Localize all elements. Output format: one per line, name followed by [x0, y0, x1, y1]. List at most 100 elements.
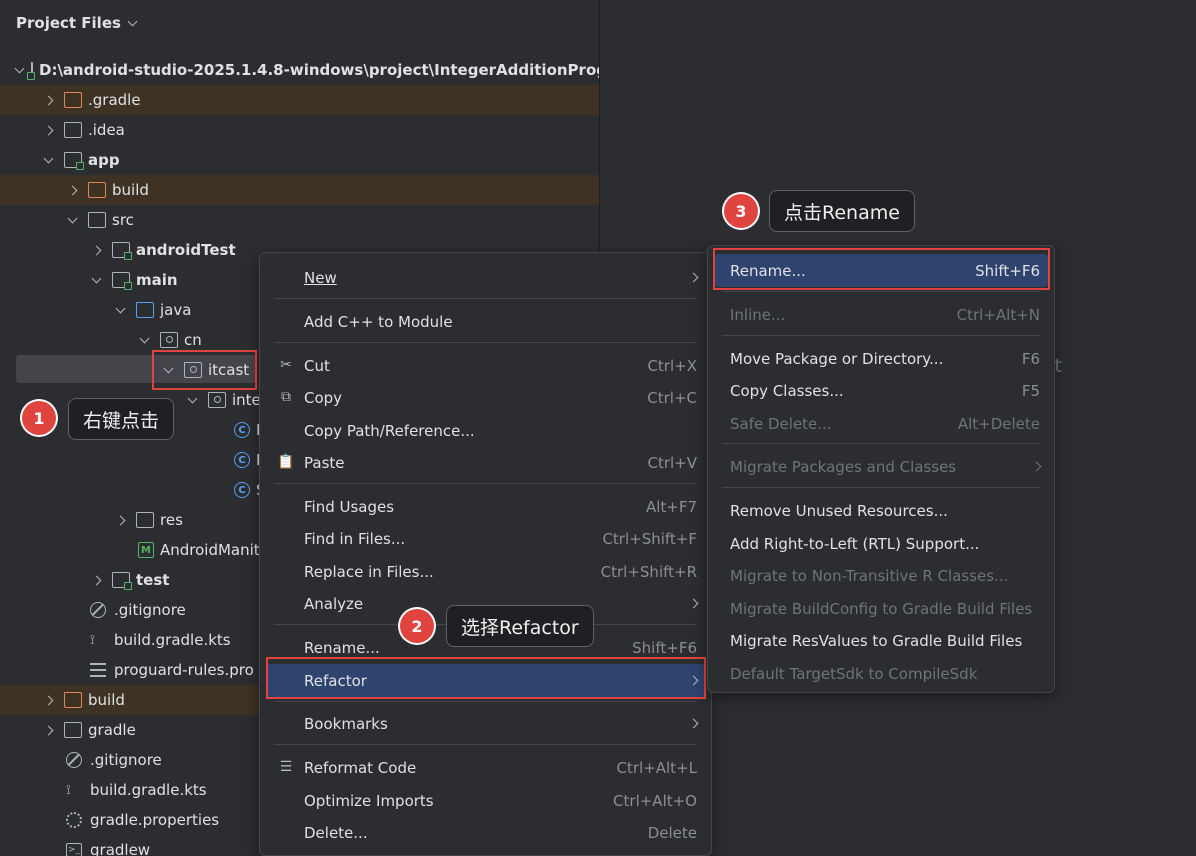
- tree-node-label: cn: [184, 331, 202, 349]
- submenu-item-move-package[interactable]: Move Package or Directory... F6: [714, 342, 1048, 375]
- tree-node-app-build[interactable]: build: [0, 175, 599, 205]
- menu-separator: [722, 291, 1040, 292]
- menu-separator: [722, 487, 1040, 488]
- tree-node-src[interactable]: src: [0, 205, 599, 235]
- panel-title: Project Files: [16, 14, 121, 32]
- step-badge-3: 3: [724, 194, 758, 228]
- chevron-down-icon: [127, 16, 138, 26]
- menu-item-copy[interactable]: ⧉ Copy Ctrl+C: [266, 381, 705, 414]
- tree-node-idea[interactable]: .idea: [0, 115, 599, 145]
- menu-item-label: Find in Files...: [304, 529, 406, 548]
- paste-icon: 📋: [277, 454, 295, 470]
- tree-node-label: .gradle: [88, 91, 141, 109]
- menu-item-label: Reformat Code: [304, 758, 417, 777]
- chevron-right-icon[interactable]: [40, 722, 56, 738]
- chevron-right-icon[interactable]: [112, 512, 128, 528]
- chevron-down-icon[interactable]: [64, 212, 80, 228]
- tree-node-label: gradlew: [90, 841, 151, 856]
- chevron-right-icon[interactable]: [40, 122, 56, 138]
- submenu-item-remove-unused-resources[interactable]: Remove Unused Resources...: [714, 494, 1048, 527]
- menu-item-shortcut: F5: [1021, 381, 1040, 400]
- tree-node-label: test: [136, 571, 170, 589]
- menu-item-cut[interactable]: ✂ Cut Ctrl+X: [266, 349, 705, 382]
- chevron-down-icon[interactable]: [184, 392, 200, 408]
- chevron-down-icon[interactable]: [14, 62, 25, 78]
- menu-item-find-usages[interactable]: Find Usages Alt+F7: [266, 490, 705, 523]
- menu-item-new[interactable]: New: [266, 261, 705, 294]
- chevron-right-icon[interactable]: [40, 92, 56, 108]
- rename-highlight-box: [713, 248, 1050, 290]
- chevron-down-icon[interactable]: [88, 272, 104, 288]
- tree-node-label: gradle.properties: [90, 811, 220, 829]
- step-callout-2: 选择Refactor: [446, 605, 594, 647]
- chevron-down-icon[interactable]: [112, 302, 128, 318]
- submenu-item-copy-classes[interactable]: Copy Classes... F5: [714, 374, 1048, 407]
- menu-item-label: Analyze: [304, 594, 364, 613]
- source-set-folder-icon: [112, 272, 132, 290]
- folder-icon: [64, 722, 82, 738]
- excluded-folder-icon: [64, 92, 82, 108]
- menu-item-copy-path[interactable]: Copy Path/Reference...: [266, 414, 705, 447]
- step-callout-1: 右键点击: [68, 398, 175, 440]
- menu-separator: [722, 443, 1040, 444]
- submenu-item-default-targetsdk: Default TargetSdk to CompileSdk: [714, 657, 1048, 690]
- menu-item-label: New: [304, 268, 337, 287]
- gradle-kotlin-icon: ⟟: [90, 632, 95, 648]
- gradle-kotlin-icon: ⟟: [66, 782, 71, 798]
- tree-node-label: .gitignore: [90, 751, 162, 769]
- tree-node-app[interactable]: app: [0, 145, 599, 175]
- submenu-item-migrate-resvalues[interactable]: Migrate ResValues to Gradle Build Files: [714, 624, 1048, 657]
- menu-separator: [274, 744, 697, 745]
- menu-separator: [274, 342, 697, 343]
- tree-node-label: androidTest: [136, 241, 236, 259]
- menu-item-paste[interactable]: 📋 Paste Ctrl+V: [266, 446, 705, 479]
- folder-icon: [64, 122, 82, 138]
- menu-separator: [722, 335, 1040, 336]
- chevron-right-icon[interactable]: [64, 182, 80, 198]
- source-root-folder-icon: [136, 302, 154, 318]
- submenu-item-migrate-buildconfig: Migrate BuildConfig to Gradle Build File…: [714, 592, 1048, 625]
- menu-item-delete[interactable]: Delete... Delete: [266, 816, 705, 849]
- chevron-right-icon[interactable]: [40, 692, 56, 708]
- menu-item-shortcut: F6: [1021, 349, 1040, 368]
- chevron-right-icon[interactable]: [88, 242, 104, 258]
- menu-item-replace-in-files[interactable]: Replace in Files... Ctrl+Shift+R: [266, 555, 705, 588]
- context-menu: New Add C++ to Module ✂ Cut Ctrl+X ⧉ Cop…: [259, 252, 712, 856]
- menu-item-shortcut: Shift+F6: [632, 638, 697, 657]
- submenu-item-add-rtl[interactable]: Add Right-to-Left (RTL) Support...: [714, 527, 1048, 560]
- tree-node-project-root[interactable]: D:\android-studio-2025.1.4.8-windows\pro…: [0, 55, 599, 85]
- tree-node-label: .gitignore: [114, 601, 186, 619]
- chevron-down-icon[interactable]: [136, 332, 152, 348]
- reformat-icon: ☰: [279, 759, 293, 775]
- class-icon: C: [234, 482, 250, 498]
- menu-item-find-in-files[interactable]: Find in Files... Ctrl+Shift+F: [266, 522, 705, 555]
- menu-item-label: Migrate BuildConfig to Gradle Build File…: [730, 599, 1033, 618]
- menu-item-label: Move Package or Directory...: [730, 349, 944, 368]
- menu-item-shortcut: Ctrl+Shift+R: [600, 562, 697, 581]
- tree-node-label: build.gradle.kts: [90, 781, 207, 799]
- menu-item-optimize-imports[interactable]: Optimize Imports Ctrl+Alt+O: [266, 784, 705, 817]
- menu-item-add-cpp[interactable]: Add C++ to Module: [266, 305, 705, 338]
- source-set-folder-icon: [112, 572, 132, 590]
- project-view-selector[interactable]: Project Files: [16, 14, 138, 32]
- menu-item-shortcut: Ctrl+V: [647, 453, 697, 472]
- submenu-item-inline: Inline... Ctrl+Alt+N: [714, 298, 1048, 331]
- menu-item-bookmarks[interactable]: Bookmarks: [266, 707, 705, 740]
- chevron-right-icon: [1031, 461, 1042, 472]
- text-file-icon: [90, 663, 106, 677]
- menu-item-shortcut: Ctrl+X: [647, 356, 697, 375]
- excluded-folder-icon: [64, 692, 82, 708]
- scissors-icon: ✂: [280, 357, 292, 373]
- menu-separator: [274, 701, 697, 702]
- ignore-file-icon: [90, 602, 106, 618]
- menu-item-shortcut: Delete: [647, 823, 697, 842]
- menu-item-reformat-code[interactable]: ☰ Reformat Code Ctrl+Alt+L: [266, 751, 705, 784]
- tree-node-label: inte: [232, 391, 261, 409]
- chevron-down-icon[interactable]: [40, 152, 56, 168]
- menu-item-shortcut: Ctrl+C: [647, 388, 697, 407]
- tree-node-label: src: [112, 211, 134, 229]
- menu-item-label: Add C++ to Module: [304, 312, 453, 331]
- tree-node-gradle-dir[interactable]: .gradle: [0, 85, 599, 115]
- chevron-right-icon[interactable]: [88, 572, 104, 588]
- menu-item-label: Rename...: [304, 638, 380, 657]
